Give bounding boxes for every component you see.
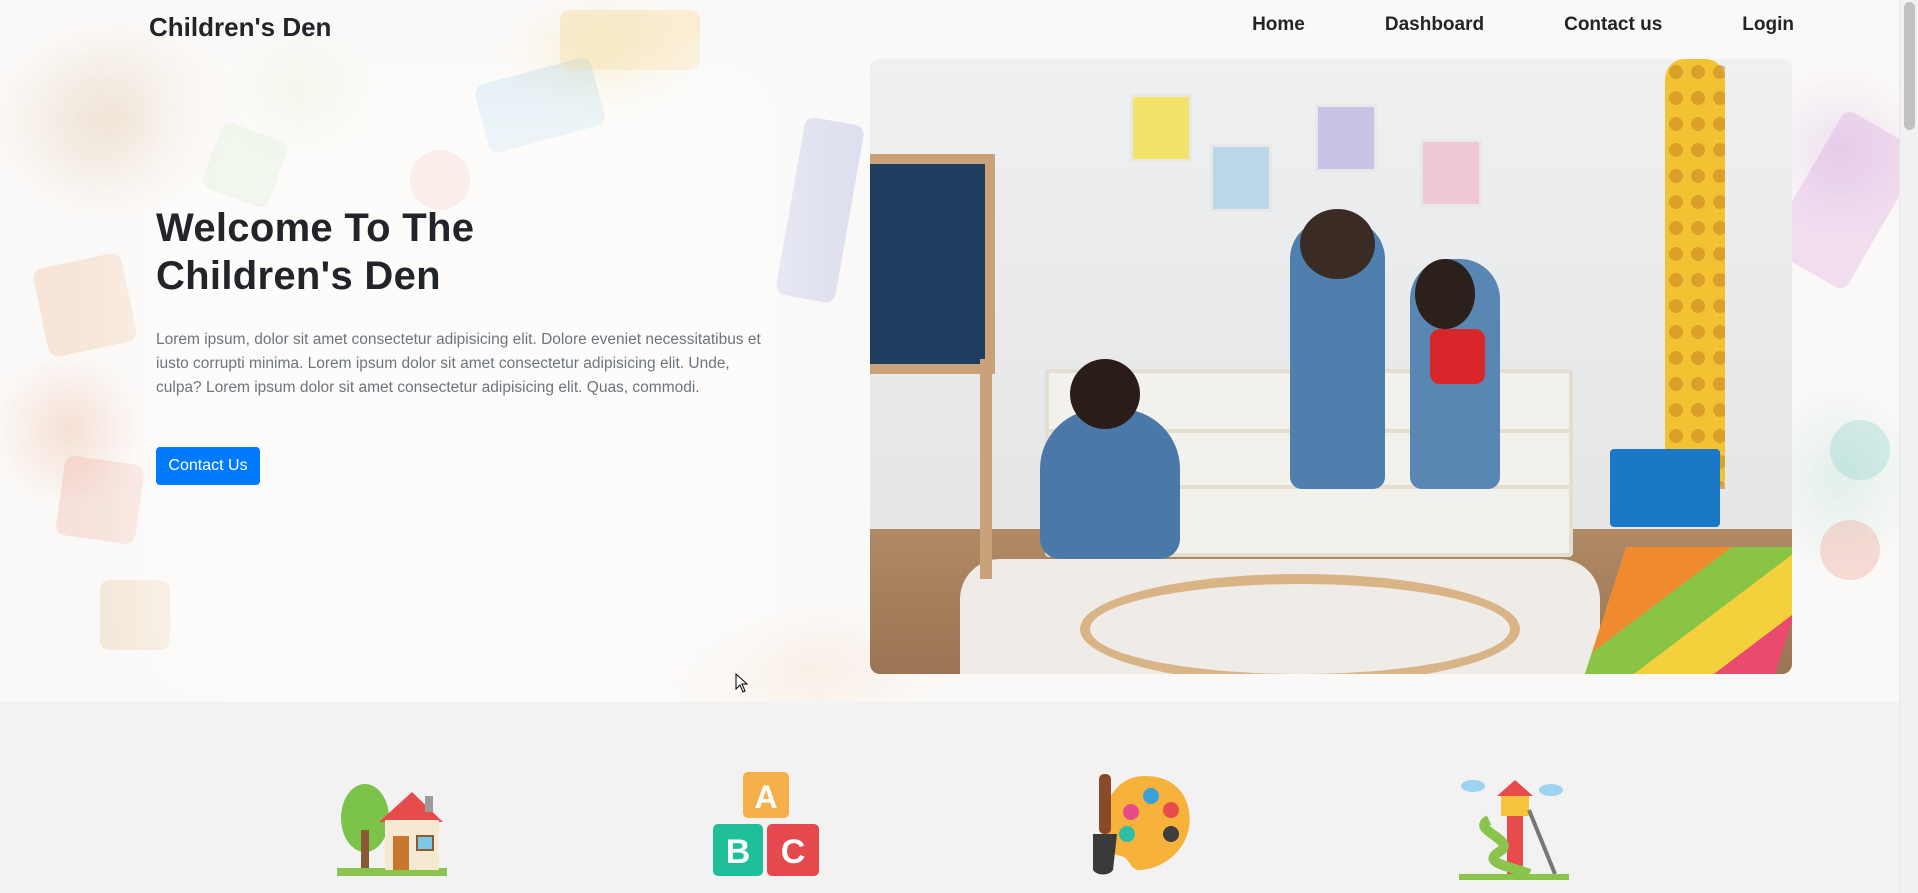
svg-text:B: B xyxy=(726,833,751,871)
mouse-cursor-icon xyxy=(735,673,749,693)
scrollbar-thumb[interactable] xyxy=(1904,2,1915,130)
contact-us-button[interactable]: Contact Us xyxy=(156,447,260,485)
page-scrollbar[interactable] xyxy=(1899,0,1918,893)
hero-description: Lorem ipsum, dolor sit amet consectetur … xyxy=(156,331,761,396)
hero-title: Welcome To The Children's Den xyxy=(156,204,556,300)
navbar: Children's Den Home Dashboard Contact us… xyxy=(0,0,1900,58)
house-tree-icon xyxy=(337,784,447,876)
children-playroom-photo xyxy=(870,59,1792,674)
svg-text:A: A xyxy=(754,779,777,815)
hero-title-line2: Children's Den xyxy=(156,254,441,298)
playground-slide-icon xyxy=(1459,780,1569,880)
brand-logo[interactable]: Children's Den xyxy=(149,12,331,43)
nav-login-link[interactable]: Login xyxy=(1742,14,1794,36)
hero-title-line1: Welcome To The xyxy=(156,206,475,250)
nav-home-link[interactable]: Home xyxy=(1252,14,1305,36)
paint-palette-icon xyxy=(1093,774,1190,875)
nav-dashboard-link[interactable]: Dashboard xyxy=(1385,14,1484,36)
svg-text:C: C xyxy=(781,833,806,871)
nav-contact-link[interactable]: Contact us xyxy=(1564,14,1662,36)
abc-blocks-icon: A B C xyxy=(713,772,819,876)
nav-links: Home Dashboard Contact us Login xyxy=(1252,14,1794,36)
features-section xyxy=(0,702,1900,893)
